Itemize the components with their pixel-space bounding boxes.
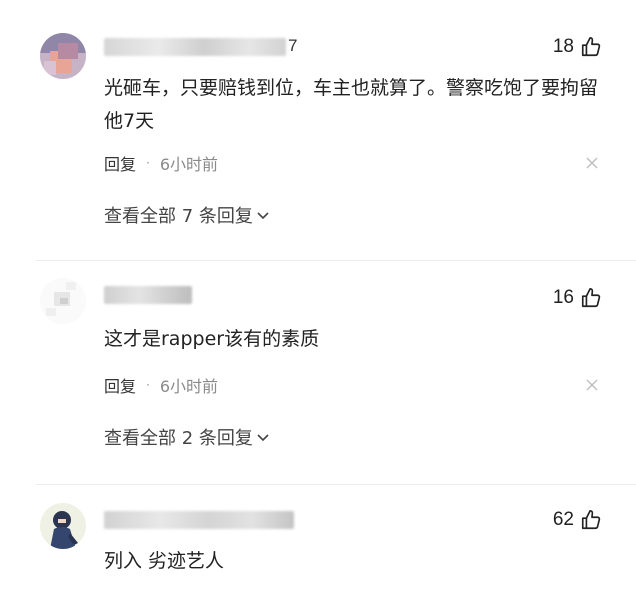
username-redacted[interactable] — [104, 511, 294, 529]
comment-text: 这才是rapper该有的素质 — [104, 328, 320, 350]
close-icon[interactable] — [586, 379, 598, 391]
view-all-replies-button[interactable]: 查看全部 2 条回复 — [104, 424, 270, 450]
thumbs-up-icon — [581, 510, 601, 530]
comment-meta: 回复 · 6小时前 — [104, 151, 218, 175]
username-redacted[interactable] — [104, 286, 192, 304]
like-count: 16 — [552, 287, 574, 308]
like-count: 62 — [552, 509, 574, 530]
comment-time: 6小时前 — [159, 155, 219, 174]
reply-button[interactable]: 回复 — [104, 373, 136, 397]
thumbs-up-icon — [581, 288, 601, 308]
view-all-replies-label: 查看全部 2 条回复 — [104, 428, 253, 449]
divider — [36, 484, 636, 485]
like-button[interactable]: 16 — [553, 287, 602, 309]
chevron-down-icon — [257, 212, 269, 220]
like-button[interactable]: 18 — [553, 36, 602, 58]
view-all-replies-button[interactable]: 查看全部 7 条回复 — [104, 202, 270, 228]
like-button[interactable]: 62 — [553, 509, 602, 531]
meta-separator: · — [146, 378, 150, 392]
comment-time: 6小时前 — [159, 377, 219, 396]
avatar[interactable] — [40, 503, 86, 549]
close-icon[interactable] — [586, 157, 598, 169]
view-all-replies-label: 查看全部 7 条回复 — [104, 206, 253, 227]
comment-text: 列入 劣迹艺人 — [104, 550, 225, 572]
like-count: 18 — [552, 36, 574, 57]
comment-meta: 回复 · 6小时前 — [104, 373, 218, 397]
username-tail: 7 — [288, 36, 298, 55]
divider — [36, 260, 636, 261]
chevron-down-icon — [257, 434, 269, 442]
avatar[interactable] — [40, 33, 86, 79]
meta-separator: · — [146, 156, 150, 170]
comment-text: 光砸车，只要赔钱到位，车主也就算了。警察吃饱了要拘留他7天 — [104, 77, 599, 132]
reply-button[interactable]: 回复 — [104, 151, 136, 175]
avatar[interactable] — [40, 278, 86, 324]
thumbs-up-icon — [581, 37, 601, 57]
username-redacted[interactable] — [104, 38, 286, 56]
